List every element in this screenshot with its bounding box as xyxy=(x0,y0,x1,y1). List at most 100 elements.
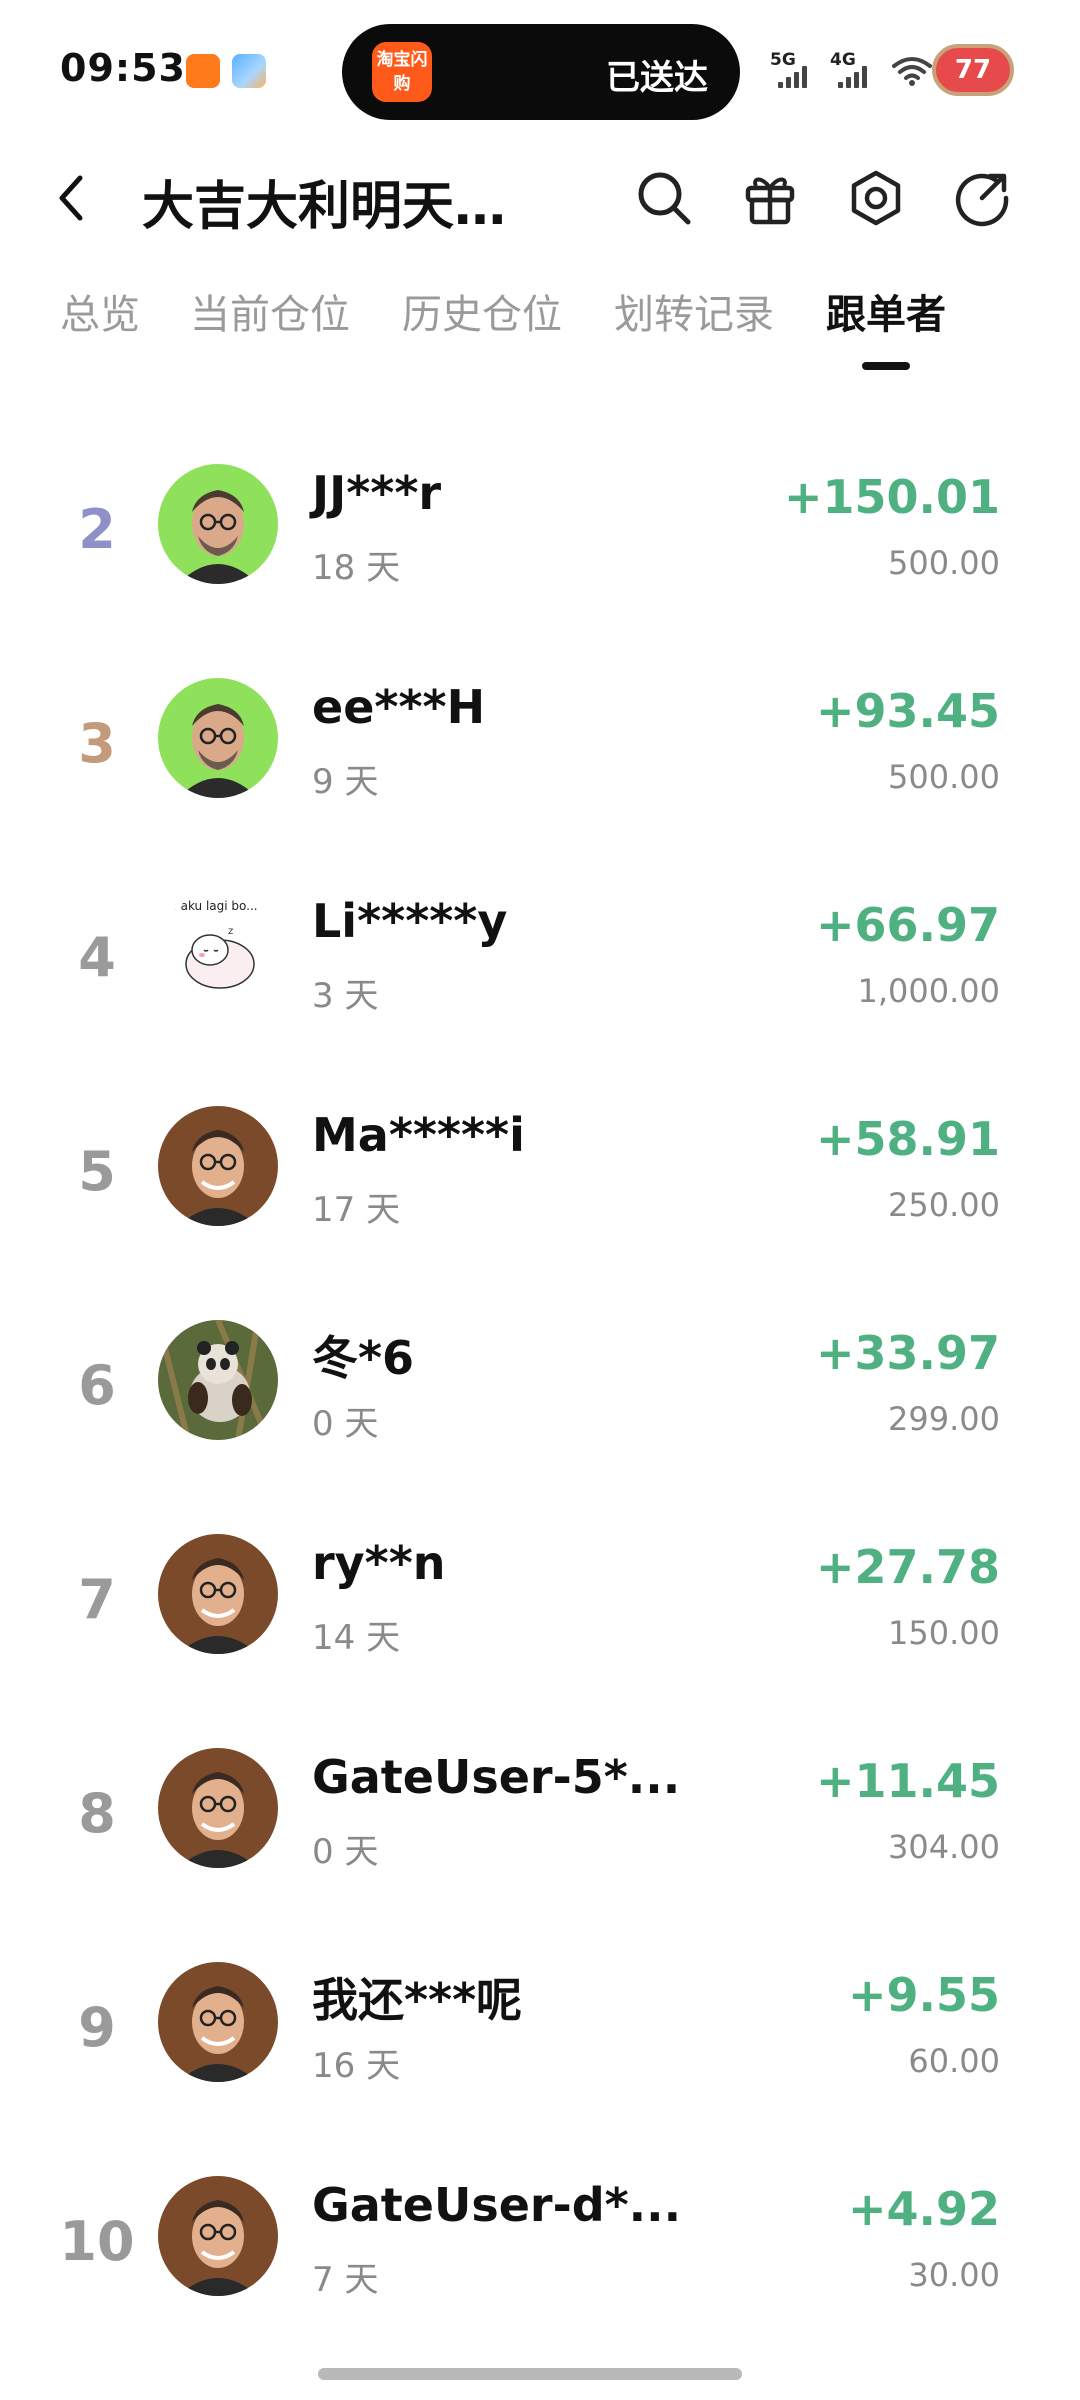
avatar[interactable] xyxy=(158,1962,278,2082)
follow-days: 14 天 xyxy=(312,1618,401,1658)
follower-profit: +11.45 xyxy=(815,1754,1000,1808)
tab-overview[interactable]: 总览 xyxy=(60,282,140,340)
tab-transfer-records[interactable]: 划转记录 xyxy=(614,282,774,340)
settings-icon[interactable] xyxy=(846,168,906,228)
follower-name: 冬*6 xyxy=(312,1331,415,1385)
follower-profit: +27.78 xyxy=(815,1540,1000,1594)
avatar[interactable] xyxy=(158,1748,278,1868)
search-icon[interactable] xyxy=(634,168,694,228)
list-item[interactable]: 6 冬*6 0 天 +33.97 299.00 xyxy=(0,1296,1080,1510)
rank-number: 5 xyxy=(78,1140,116,1203)
avatar[interactable] xyxy=(158,2176,278,2296)
avatar[interactable] xyxy=(158,678,278,798)
rank-number: 3 xyxy=(78,712,116,775)
avatar[interactable] xyxy=(158,464,278,584)
follower-investment: 304.00 xyxy=(888,1828,1000,1866)
follower-profit: +4.92 xyxy=(847,2182,1000,2236)
follower-investment: 150.00 xyxy=(888,1614,1000,1652)
follow-days: 16 天 xyxy=(312,2046,401,2086)
follower-profit: +150.01 xyxy=(783,470,1000,524)
notification-message: 已送达 xyxy=(606,58,708,98)
follower-profit: +9.55 xyxy=(847,1968,1000,2022)
back-icon[interactable] xyxy=(52,172,92,224)
man-avatar-icon xyxy=(158,464,278,584)
man-avatar-icon xyxy=(158,1534,278,1654)
rank-number: 4 xyxy=(78,926,116,989)
rank-number: 8 xyxy=(78,1782,116,1845)
list-item[interactable]: 10 GateUser-d*... 7 天 +4.92 30.00 xyxy=(0,2152,1080,2366)
signal-4g-icon xyxy=(838,66,874,88)
list-item[interactable]: 3 ee***H 9 天 +93.45 500.00 xyxy=(0,654,1080,868)
rank-number: 10 xyxy=(59,2210,135,2273)
taobao-app-icon xyxy=(186,54,220,88)
share-icon[interactable] xyxy=(952,168,1012,228)
gift-icon[interactable] xyxy=(740,168,800,228)
follower-name: GateUser-d*... xyxy=(312,2178,682,2232)
follower-name: GateUser-5*... xyxy=(312,1750,681,1804)
follow-days: 17 天 xyxy=(312,1190,401,1230)
rank-number: 2 xyxy=(78,498,116,561)
follower-name: JJ***r xyxy=(312,466,442,520)
sticker-avatar-icon: ...i aku lagi bo... z xyxy=(158,892,278,1012)
follow-days: 7 天 xyxy=(312,2260,379,2300)
follow-days: 3 天 xyxy=(312,976,379,1016)
rank-number: 9 xyxy=(78,1996,116,2059)
active-tab-indicator xyxy=(862,362,910,370)
follower-name: ee***H xyxy=(312,680,486,734)
taobao-flash-icon: 淘宝闪购 xyxy=(372,42,432,102)
follower-investment: 500.00 xyxy=(888,758,1000,796)
svg-text:z: z xyxy=(228,926,233,937)
list-item[interactable]: 7 ry**n 14 天 +27.78 150.00 xyxy=(0,1510,1080,1724)
follower-investment: 60.00 xyxy=(908,2042,1000,2080)
home-indicator[interactable] xyxy=(318,2368,742,2380)
follower-investment: 30.00 xyxy=(908,2256,1000,2294)
list-item[interactable]: 9 我还***呢 16 天 +9.55 60.00 xyxy=(0,1938,1080,2152)
tab-history-positions[interactable]: 历史仓位 xyxy=(402,282,562,340)
status-bar: 09:53 淘宝闪购 已送达 5G 4G 77 xyxy=(0,0,1080,140)
follower-investment: 1,000.00 xyxy=(857,972,1001,1010)
man-avatar-icon xyxy=(158,1106,278,1226)
follower-profit: +33.97 xyxy=(815,1326,1000,1380)
signal-5g-icon xyxy=(778,66,814,88)
avatar[interactable] xyxy=(158,1106,278,1226)
list-item[interactable]: 5 Ma*****i 17 天 +58.91 250.00 xyxy=(0,1082,1080,1296)
follower-name: ry**n xyxy=(312,1536,446,1590)
man-avatar-icon xyxy=(158,1962,278,2082)
follower-name: Ma*****i xyxy=(312,1108,525,1162)
list-item[interactable]: 2 JJ***r 18 天 +150.01 500.00 xyxy=(0,440,1080,654)
man-avatar-icon xyxy=(158,678,278,798)
tab-current-positions[interactable]: 当前仓位 xyxy=(190,282,350,340)
follow-days: 0 天 xyxy=(312,1404,379,1444)
follower-investment: 500.00 xyxy=(888,544,1000,582)
rank-number: 6 xyxy=(78,1354,116,1417)
follower-investment: 250.00 xyxy=(888,1186,1000,1224)
list-item[interactable]: 8 GateUser-5*... 0 天 +11.45 304.00 xyxy=(0,1724,1080,1938)
follower-name: Li*****y xyxy=(312,894,508,948)
follower-profit: +58.91 xyxy=(815,1112,1000,1166)
follower-profit: +93.45 xyxy=(815,684,1000,738)
man-avatar-icon xyxy=(158,2176,278,2296)
page-title: 大吉大利明天… xyxy=(142,177,507,237)
follower-name: 我还***呢 xyxy=(312,1973,523,2027)
man-avatar-icon xyxy=(158,1748,278,1868)
notification-pill[interactable]: 淘宝闪购 已送达 xyxy=(342,24,740,120)
tab-followers[interactable]: 跟单者 xyxy=(826,282,946,340)
follow-days: 18 天 xyxy=(312,548,401,588)
rank-number: 7 xyxy=(78,1568,116,1631)
follow-days: 0 天 xyxy=(312,1832,379,1872)
status-time: 09:53 xyxy=(60,46,186,90)
battery-indicator: 77 xyxy=(932,44,1014,96)
svg-text:...i aku lagi bo...: ...i aku lagi bo... xyxy=(162,899,258,913)
avatar[interactable] xyxy=(158,1320,278,1440)
follower-investment: 299.00 xyxy=(888,1400,1000,1438)
tab-bar: 总览 当前仓位 历史仓位 划转记录 跟单者 xyxy=(0,282,1080,382)
follow-days: 9 天 xyxy=(312,762,379,802)
avatar[interactable]: ...i aku lagi bo... z xyxy=(158,892,278,1012)
follower-profit: +66.97 xyxy=(815,898,1000,952)
avatar[interactable] xyxy=(158,1534,278,1654)
app-notification-icon xyxy=(232,54,266,88)
wifi-icon xyxy=(892,57,932,86)
header: 大吉大利明天… xyxy=(0,150,1080,250)
list-item[interactable]: 4 ...i aku lagi bo... z Li*****y 3 天 +66… xyxy=(0,868,1080,1082)
panda-avatar-icon xyxy=(158,1320,278,1440)
